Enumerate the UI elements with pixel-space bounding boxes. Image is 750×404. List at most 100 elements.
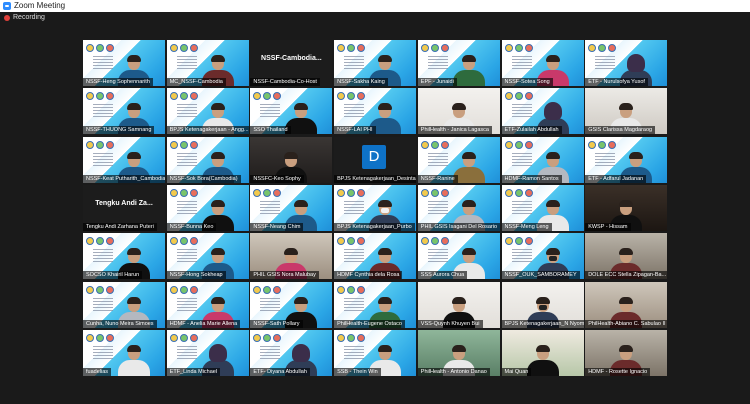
participant-tile[interactable]: NSSF-Heng Sophennarith (83, 40, 165, 86)
seal-icon (337, 333, 346, 342)
seal-icon (169, 285, 178, 294)
seal-icon (86, 237, 94, 246)
participant-tile[interactable]: PhilHealth - Janica Lagasca (417, 88, 500, 135)
participant-tile[interactable]: BPJS Ketenagakerjaan - Angg... (166, 88, 249, 135)
seal-icon (430, 44, 439, 52)
participant-tile[interactable]: PHIL GSIS Isagani Del Rosario (417, 184, 500, 231)
event-banner-logos (86, 44, 116, 54)
seal-icon (179, 140, 188, 149)
video-hair (545, 151, 560, 159)
participant-tile[interactable]: HDMF - Anelia Marie Allena (166, 281, 249, 328)
participant-tile[interactable]: ETF - Adfarul Jadanan (585, 136, 668, 183)
participant-tile[interactable]: NSSF-Ranine (417, 136, 500, 183)
video-hair (292, 343, 311, 362)
participant-tile[interactable]: PHIL GSIS Nora Malubay (250, 233, 333, 280)
participant-name-label: ETF - Adfarul Jadanan (585, 174, 647, 183)
seal-icon (96, 92, 104, 101)
participant-tile[interactable]: Cunha, Nuno Meira Simoes (83, 281, 165, 328)
participant-tile[interactable]: PhilHealth - Antonio Danao (417, 329, 500, 376)
participant-tile[interactable]: HDMF-Ramon Santos (501, 136, 584, 183)
event-banner-logos (337, 285, 367, 296)
video-hair (619, 344, 634, 352)
event-banner-logos (337, 92, 367, 102)
participant-tile[interactable]: SSB - Thein Win (334, 329, 417, 376)
event-banner-logos (420, 188, 451, 199)
participant-name-label: NSSF-Sakha Kaing (334, 78, 388, 86)
seal-icon (86, 44, 94, 52)
participant-tile[interactable]: NSSFC-Keo Sophy (250, 136, 333, 183)
seal-icon (253, 285, 262, 294)
participant-tile[interactable]: MC_NSSF-Cambodia (166, 40, 249, 86)
participant-name-label: Mai Quan (501, 367, 532, 376)
participant-tile[interactable]: SSO Thailand (250, 88, 333, 135)
event-banner-logos (86, 285, 116, 296)
participant-tile[interactable]: GSIS Clarissa Magdaraog (585, 88, 668, 135)
participant-name-label: NSSF-THUONG Samnang (83, 126, 155, 135)
seal-icon (96, 44, 104, 52)
seal-icon (440, 140, 449, 149)
banner-text-lines (511, 152, 532, 167)
participant-tile[interactable]: SSS Aurora Chua (417, 233, 500, 280)
participant-tile[interactable]: NSSF-LAI PHI (334, 88, 417, 135)
gallery-view: NSSF-Heng Sophennarith MC_NSSF-Cambodia NS… (83, 40, 668, 376)
seal-icon (504, 237, 513, 246)
participant-name-label: HDMF-Ramon Santos (501, 174, 562, 183)
video-hair (545, 248, 560, 256)
participant-tile[interactable]: NSSF-Bunna Keo (166, 184, 249, 231)
seal-icon (106, 92, 114, 101)
participant-tile[interactable]: PhilHealth-Eugene Ostaco (334, 281, 417, 328)
event-banner-logos (420, 237, 451, 247)
recording-indicator[interactable]: Recording (0, 12, 750, 24)
participant-tile[interactable]: ETF-Zulailah Abdullah (501, 88, 584, 135)
participant-tile[interactable]: ETF_Linda Michael (166, 329, 249, 376)
seal-icon (588, 140, 597, 149)
participant-tile[interactable]: HDMF Cynthia dela Rosa (334, 233, 417, 280)
participant-tile[interactable]: ETF- Diyana Abdullah (250, 329, 333, 376)
banner-text-lines (176, 249, 197, 264)
participant-tile[interactable]: SOCSO Khairil Harun (83, 233, 165, 280)
participant-tile[interactable]: D BPJS Ketenagakerjaan_Desinta (334, 136, 417, 183)
video-hair (619, 248, 634, 256)
participant-tile[interactable]: BPJS Ketenagakerjaan_Purbo (334, 184, 417, 231)
participant-tile[interactable]: PhilHealth-Abiano C. Sabulao II (585, 281, 668, 328)
participant-tile[interactable]: BPJS Ketenagakerjaan_N Nyoman (501, 281, 584, 328)
participant-tile[interactable]: HDMF - Rosette Ignacio (585, 329, 668, 376)
participant-tile[interactable]: NSSF-Hong Sokheap (166, 233, 249, 280)
seal-icon (514, 44, 523, 52)
participant-tile[interactable]: NSSF-Cambodia... NSSF-Cambodia-Co-Host (250, 40, 333, 86)
participant-tile[interactable]: Mai Quan (501, 329, 584, 376)
participant-tile[interactable]: NSSF-THUONG Samnang (83, 88, 165, 135)
participant-tile[interactable]: NSSF-Sakha Kaing (334, 40, 417, 86)
seal-icon (598, 140, 607, 149)
seal-icon (524, 237, 533, 246)
seal-icon (430, 140, 439, 149)
participant-tile[interactable]: NSSF-Meng Leng (501, 184, 584, 231)
participant-name-label: PhilHealth-Abiano C. Sabulao II (585, 319, 668, 328)
participant-tile[interactable]: NSSF_OUK_SAMBORAMEY (501, 233, 584, 280)
participant-name-label: ETF-Zulailah Abdullah (501, 126, 562, 135)
participant-tile[interactable]: NSSF-Sath Pollary (250, 281, 333, 328)
participant-tile[interactable]: ETF - Nurulsofya Yusof (585, 40, 668, 86)
participant-name-label: MC_NSSF-Cambodia (166, 78, 226, 86)
banner-text-lines (93, 249, 113, 264)
participant-tile[interactable]: DOLE ECC Stella Zipagan-Ba... (585, 233, 668, 280)
participant-tile[interactable]: Tengku Andi Za... Tengku Andi Zarhana Put… (83, 184, 165, 231)
participant-tile[interactable]: NSSF-Sok Bora(Cambodia) (166, 136, 249, 183)
participant-name-label: HDMF Cynthia dela Rosa (334, 271, 403, 280)
participant-tile[interactable]: NSSF-Keat Putharith_Cambodia (83, 136, 165, 183)
participant-name-label: ETF_Linda Michael (166, 367, 221, 376)
seal-icon (179, 285, 188, 294)
video-hair (210, 199, 225, 207)
participant-tile[interactable]: fuadelias (83, 329, 165, 376)
participant-tile[interactable]: KWSP - Hissam (585, 184, 668, 231)
seal-icon (347, 92, 356, 101)
seal-icon (608, 44, 617, 52)
participant-tile[interactable]: NSSF-Neang Chim (250, 184, 333, 231)
participant-tile[interactable]: EPF - Junaidi (417, 40, 500, 86)
video-hair (210, 151, 225, 159)
video-hair (378, 199, 393, 207)
banner-text-lines (176, 152, 197, 167)
seal-icon (357, 44, 366, 52)
participant-tile[interactable]: NSSF-Sotea Song (501, 40, 584, 86)
participant-tile[interactable]: VSS-Quynh Khuyen Bui (417, 281, 500, 328)
